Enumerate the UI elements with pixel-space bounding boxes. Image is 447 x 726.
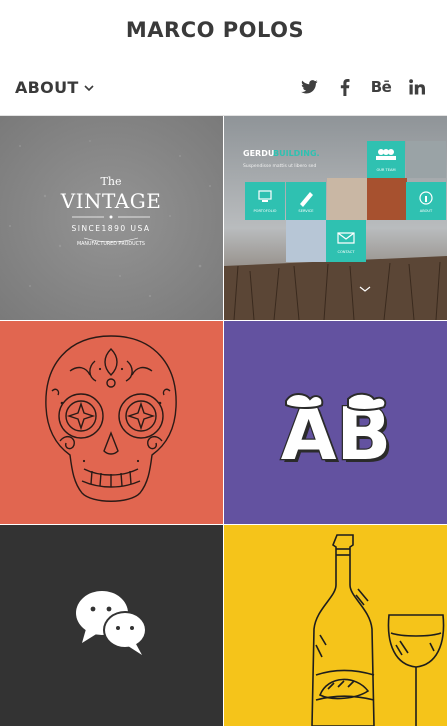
about-menu[interactable]: ABOUT	[15, 78, 95, 97]
linkedin-icon	[409, 79, 425, 95]
site-header: MARCO POLOS ABOUT Bē	[0, 0, 447, 116]
portfolio-tile-wine[interactable]	[224, 525, 447, 726]
website-menu-portfolio: PORTOFOLIO	[253, 209, 276, 213]
website-brand-a: GERDU	[243, 149, 274, 158]
website-menu-service: SERVICE	[298, 209, 314, 213]
website-brand-b: BUILDING.	[273, 149, 320, 158]
portfolio-grid: The VINTAGE SINCE1890 USA MANUFACTURED P…	[0, 116, 447, 726]
ab-letters-artwork: AB AB	[279, 391, 394, 479]
portfolio-tile-chat[interactable]	[0, 525, 223, 726]
portfolio-tile-website[interactable]: GERDU BUILDING. Suspendisse mattis ut li…	[224, 116, 447, 320]
website-menu-team: OUR TEAM	[376, 168, 395, 172]
vintage-word-text: VINTAGE	[60, 189, 162, 213]
behance-icon: Bē	[370, 78, 392, 96]
website-mockup-artwork: GERDU BUILDING. Suspendisse mattis ut li…	[224, 116, 447, 320]
portfolio-tile-vintage[interactable]: The VINTAGE SINCE1890 USA MANUFACTURED P…	[0, 116, 223, 320]
vintage-logo-artwork: The VINTAGE SINCE1890 USA MANUFACTURED P…	[0, 116, 223, 320]
facebook-link[interactable]	[327, 76, 363, 98]
portfolio-tile-ab[interactable]: AB AB	[224, 321, 447, 524]
twitter-link[interactable]	[291, 76, 327, 98]
vintage-tag-text: MANUFACTURED PRODUCTS	[77, 241, 145, 247]
facebook-icon	[340, 78, 350, 96]
about-menu-label: ABOUT	[15, 78, 79, 97]
behance-link[interactable]: Bē	[363, 76, 399, 98]
vintage-since-text: SINCE1890 USA	[71, 224, 150, 233]
website-menu-about: ABOUT	[420, 209, 433, 213]
website-menu-contact: CONTACT	[337, 250, 355, 254]
chevron-down-icon	[84, 84, 94, 91]
wine-sketch-artwork	[311, 534, 445, 726]
website-tagline: Suspendisse mattis ut libero sed	[243, 163, 316, 169]
chat-bubbles-icon	[76, 591, 147, 655]
sugar-skull-artwork	[45, 335, 177, 502]
vintage-the-text: The	[101, 175, 122, 188]
linkedin-link[interactable]	[399, 76, 435, 98]
portfolio-tile-skull[interactable]	[0, 321, 223, 524]
social-links: Bē	[291, 76, 435, 98]
twitter-icon	[300, 80, 318, 94]
site-title[interactable]: MARCO POLOS	[0, 18, 430, 42]
